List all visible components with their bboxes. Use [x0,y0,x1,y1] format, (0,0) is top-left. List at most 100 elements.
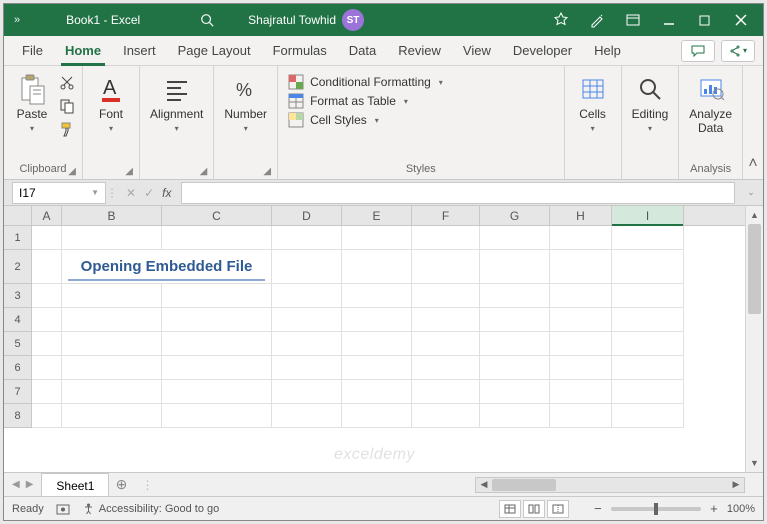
qat-overflow-icon[interactable]: » [8,14,26,26]
row-header[interactable]: 1 [4,226,32,250]
alignment-button[interactable]: Alignment ▾ [146,72,207,135]
cut-icon[interactable] [58,74,76,92]
cell-styles-button[interactable]: Cell Styles▾ [288,112,443,128]
analyze-data-button[interactable]: Analyze Data [685,72,736,138]
dialog-launcher-icon[interactable]: ◢ [125,166,133,177]
alignment-label: Alignment [150,108,203,122]
sheet-nav-prev-icon[interactable]: ◀ [12,479,20,490]
tab-insert[interactable]: Insert [113,37,166,65]
font-label: Font [99,108,123,122]
add-sheet-button[interactable]: ⊕ [109,476,133,493]
format-painter-icon[interactable] [58,120,76,138]
page-layout-view-button[interactable] [523,500,545,518]
user-account[interactable]: Shajratul Towhid ST [248,9,364,31]
select-all-corner[interactable] [4,206,32,225]
tab-data[interactable]: Data [339,37,386,65]
scroll-thumb[interactable] [492,479,556,491]
paste-button[interactable]: Paste ▾ [10,72,54,135]
cell-title[interactable]: Opening Embedded File [62,250,272,284]
zoom-slider[interactable] [611,507,701,511]
copy-icon[interactable] [58,97,76,115]
share-button[interactable]: ▾ [721,40,755,62]
dialog-launcher-icon[interactable]: ◢ [68,166,76,177]
watermark: exceldemy [334,446,415,464]
formula-bar: I17 ▼ ⋮ ✕ ✓ fx ⌄ [4,180,763,206]
tab-developer[interactable]: Developer [503,37,582,65]
sheet-tab-sheet1[interactable]: Sheet1 [41,473,109,497]
row-header[interactable]: 4 [4,308,32,332]
analysis-label: Analysis [685,161,736,179]
tab-view[interactable]: View [453,37,501,65]
maximize-button[interactable] [687,4,723,36]
close-button[interactable] [723,4,759,36]
tab-file[interactable]: File [12,37,53,65]
cells-button[interactable]: Cells ▾ [571,72,615,135]
row-header[interactable]: 3 [4,284,32,308]
worksheet-grid: A B C D E F G H I 1 2 Opening Embedded Fi… [4,206,763,472]
font-button[interactable]: A Font ▾ [89,72,133,135]
enter-formula-icon[interactable]: ✓ [144,186,154,200]
collapse-ribbon-icon[interactable]: ˄ [743,66,763,179]
row-header[interactable]: 2 [4,250,32,284]
comments-button[interactable] [681,40,715,62]
dialog-launcher-icon[interactable]: ◢ [263,166,271,177]
zoom-out-button[interactable]: − [591,501,605,516]
format-as-table-button[interactable]: Format as Table▾ [288,93,443,109]
group-alignment: Alignment ▾ ◢ [140,66,214,179]
accessibility-status[interactable]: Accessibility: Good to go [82,502,219,515]
coming-soon-icon[interactable] [543,4,579,36]
conditional-formatting-button[interactable]: Conditional Formatting▾ [288,74,443,90]
search-icon[interactable] [200,13,214,27]
normal-view-button[interactable] [499,500,521,518]
row-header[interactable]: 7 [4,380,32,404]
col-header-i[interactable]: I [612,206,684,225]
tab-help[interactable]: Help [584,37,631,65]
scroll-up-icon[interactable]: ▲ [746,206,763,224]
user-name-label: Shajratul Towhid [248,13,336,27]
horizontal-scrollbar[interactable]: ◀ ▶ [475,477,745,493]
ribbon-display-icon[interactable] [615,4,651,36]
editing-button[interactable]: Editing ▾ [628,72,673,135]
formula-input[interactable] [181,182,735,204]
name-box[interactable]: I17 ▼ [12,182,106,204]
vertical-scrollbar[interactable]: ▲ ▼ [745,206,763,472]
tab-review[interactable]: Review [388,37,451,65]
expand-formula-bar-icon[interactable]: ⌄ [743,187,759,198]
zoom-level[interactable]: 100% [727,503,755,515]
col-header-e[interactable]: E [342,206,412,225]
col-header-b[interactable]: B [62,206,162,225]
tab-home[interactable]: Home [55,37,111,65]
cancel-formula-icon[interactable]: ✕ [126,186,136,200]
number-button[interactable]: % Number ▾ [220,72,271,135]
tab-page-layout[interactable]: Page Layout [168,37,261,65]
title-bar: » Book1 - Excel Shajratul Towhid ST [4,4,763,36]
dialog-launcher-icon[interactable]: ◢ [200,166,208,177]
scroll-down-icon[interactable]: ▼ [746,454,763,472]
analyze-label: Analyze Data [689,108,732,136]
row-header[interactable]: 5 [4,332,32,356]
col-header-a[interactable]: A [32,206,62,225]
page-break-view-button[interactable] [547,500,569,518]
col-header-g[interactable]: G [480,206,550,225]
scroll-left-icon[interactable]: ◀ [476,479,492,490]
insert-function-icon[interactable]: fx [162,186,171,200]
sheet-nav-next-icon[interactable]: ▶ [26,479,34,490]
row-header[interactable]: 8 [4,404,32,428]
col-header-f[interactable]: F [412,206,480,225]
group-styles: Conditional Formatting▾ Format as Table▾… [278,66,565,179]
chevron-down-icon: ▾ [591,124,595,133]
chevron-down-icon: ▾ [175,124,179,133]
col-header-d[interactable]: D [272,206,342,225]
col-header-c[interactable]: C [162,206,272,225]
clipboard-label: Clipboard◢ [10,161,76,179]
scroll-right-icon[interactable]: ▶ [728,479,744,490]
mode-switch-icon[interactable] [579,4,615,36]
col-header-h[interactable]: H [550,206,612,225]
chevron-down-icon[interactable]: ▼ [91,188,99,197]
row-header[interactable]: 6 [4,356,32,380]
macro-record-icon[interactable] [56,502,70,516]
tab-formulas[interactable]: Formulas [263,37,337,65]
scroll-thumb[interactable] [748,224,761,314]
zoom-in-button[interactable]: + [707,501,721,516]
minimize-button[interactable] [651,4,687,36]
